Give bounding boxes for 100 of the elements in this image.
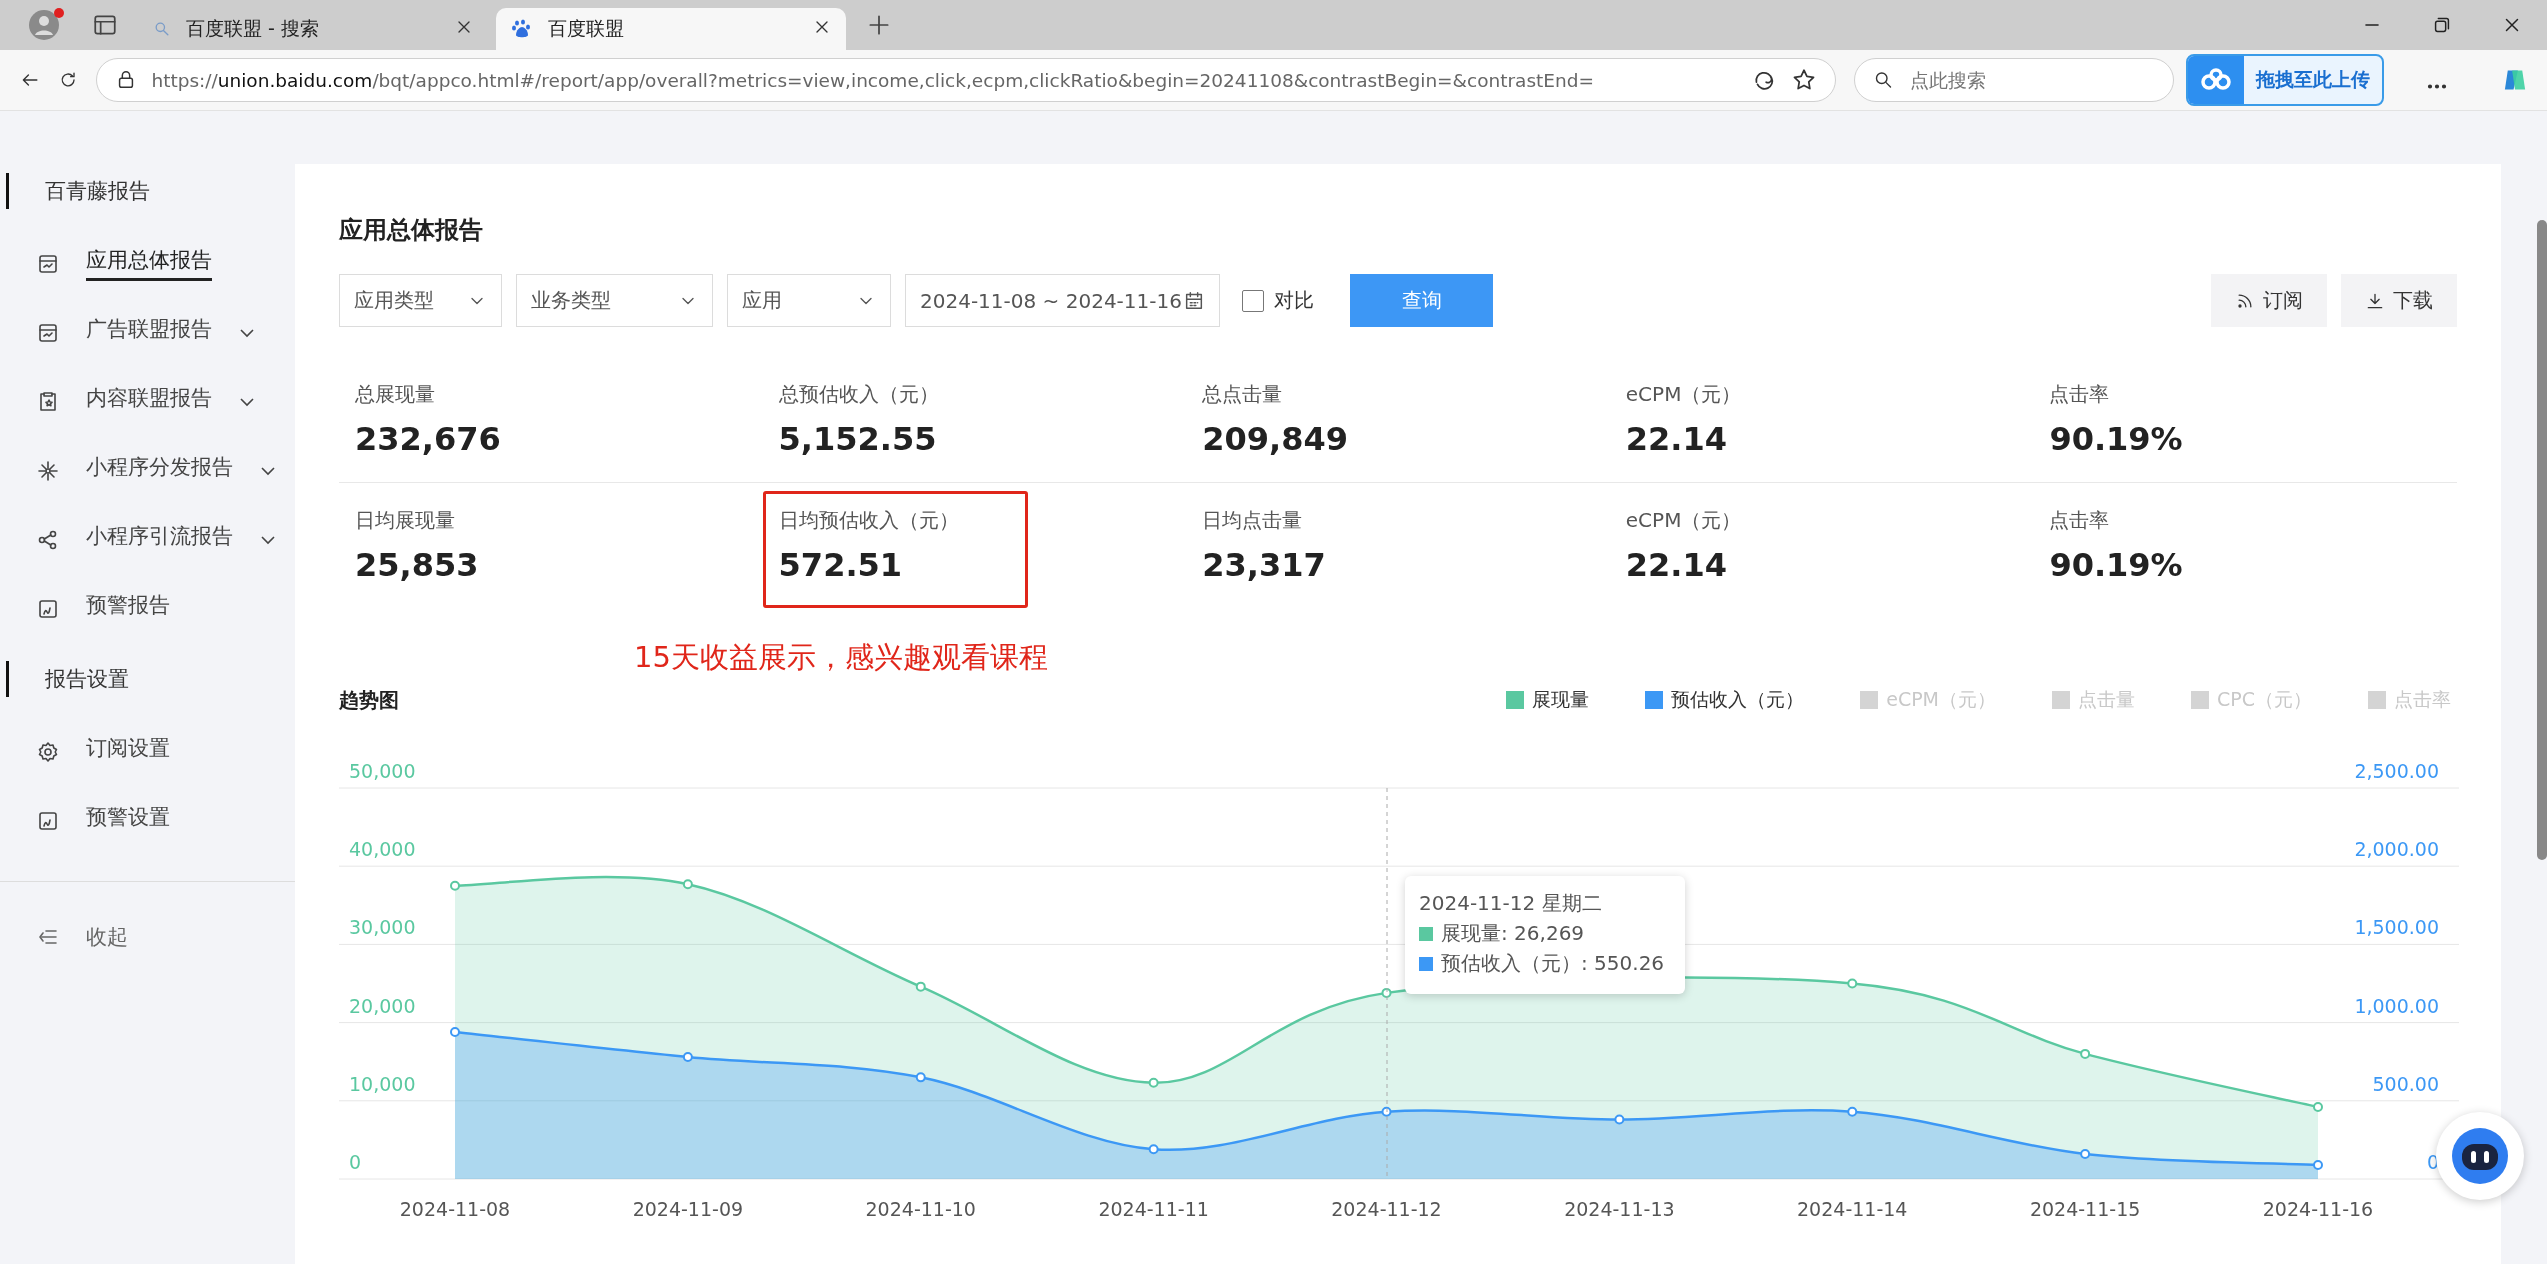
- browser-tab[interactable]: 百度联盟: [496, 8, 846, 50]
- data-point: [1148, 1077, 1159, 1088]
- stat-label: 日均点击量: [1202, 507, 1304, 534]
- sidebar-item[interactable]: 内容联盟报告: [0, 367, 295, 436]
- stat-label: eCPM（元）: [1625, 507, 1743, 534]
- page-title: 应用总体报告: [339, 215, 484, 246]
- select-dropdown[interactable]: 应用: [727, 274, 891, 327]
- minimize-icon: [2365, 23, 2379, 27]
- sidebar-item[interactable]: 预警报告: [0, 574, 295, 643]
- snowflake-icon: [36, 458, 60, 483]
- select-dropdown[interactable]: 应用类型: [339, 274, 502, 327]
- sidebar-item[interactable]: 应用总体报告: [0, 229, 295, 298]
- more-icon: [2426, 84, 2449, 89]
- annotation-text: 15天收益展示，感兴趣观看课程: [634, 639, 1049, 676]
- axis-label: 500.00: [2372, 1072, 2439, 1095]
- stat-label: 总点击量: [1202, 381, 1284, 408]
- data-point: [682, 879, 693, 890]
- axis-label: 1,000.00: [2354, 994, 2439, 1017]
- search-input[interactable]: 点此搜索: [1908, 68, 2156, 92]
- stat-label: 日均展现量: [355, 507, 456, 534]
- upload-button[interactable]: 拖拽至此上传: [2186, 54, 2385, 106]
- data-point: [2080, 1048, 2091, 1059]
- notification-dot: [54, 8, 64, 18]
- stat-value: 25,853: [355, 546, 480, 584]
- date-range-field[interactable]: 2024-11-08 ~ 2024-11-16: [905, 274, 1220, 327]
- legend-swatch: [2052, 691, 2070, 709]
- data-point: [1847, 1106, 1858, 1117]
- stat-value: 23,317: [1202, 546, 1327, 584]
- url-text: https://union.baidu.com/bqt/appco.html#/report/app/overall?metrics=view,income,click,ecpm,clickRatio&begin=20241108&contrastBegin=&contrastEnd=: [151, 69, 1595, 91]
- axis-label: 2024-11-14: [1797, 1198, 1908, 1220]
- search-field[interactable]: 点此搜索: [1854, 58, 2175, 102]
- sidebar-item[interactable]: 小程序分发报告: [0, 436, 295, 505]
- axis-label: 0: [349, 1151, 362, 1173]
- settings-icon: [36, 739, 60, 764]
- stat-label: 日均预估收入（元）: [778, 507, 960, 534]
- data-point: [682, 1052, 693, 1062]
- axis-label: 2024-11-09: [632, 1198, 744, 1220]
- select-dropdown[interactable]: 业务类型: [516, 274, 713, 327]
- sidebar-layout-icon: [92, 12, 118, 38]
- sidebar-item[interactable]: 预警设置: [0, 786, 295, 855]
- collapse-button[interactable]: 收起: [0, 902, 295, 971]
- stat-value: 90.19%: [2049, 546, 2184, 584]
- tooltip-row: 预估收入（元）: 550.26: [1441, 950, 1665, 977]
- data-point: [450, 880, 460, 891]
- download-button[interactable]: 下载: [2341, 274, 2457, 327]
- tooltip-title: 2024-11-12 星期二: [1419, 891, 1602, 915]
- data-point: [1381, 987, 1392, 998]
- browser-tab[interactable]: 百度联盟 - 搜索: [138, 8, 488, 50]
- data-point: [1381, 1106, 1392, 1117]
- axis-label: 2024-11-12: [1331, 1198, 1442, 1220]
- data-point: [915, 1072, 926, 1083]
- scrollbar[interactable]: [2537, 220, 2547, 860]
- data-point: [450, 1027, 460, 1037]
- axis-label: 30,000: [349, 916, 416, 939]
- data-point: [2313, 1102, 2323, 1113]
- axis-label: 20,000: [349, 994, 416, 1017]
- sidebar-item[interactable]: 广告联盟报告: [0, 298, 295, 367]
- stat-label: eCPM（元）: [1625, 381, 1743, 408]
- subscribe-button[interactable]: 订阅: [2211, 274, 2327, 327]
- sidebar-item[interactable]: 小程序引流报告: [0, 505, 295, 574]
- stat-value: 232,676: [355, 420, 502, 458]
- axis-label: 2024-11-15: [2029, 1198, 2141, 1220]
- data-point: [1614, 1114, 1625, 1125]
- stat-label: 总展现量: [355, 381, 436, 408]
- axis-label: 2024-11-13: [1564, 1198, 1675, 1220]
- stat-value: 90.19%: [2049, 420, 2184, 458]
- legend-swatch: [2191, 691, 2209, 709]
- axis-label: 2024-11-16: [2262, 1198, 2374, 1220]
- stat-label: 总预估收入（元）: [778, 381, 940, 408]
- data-point: [2080, 1149, 2091, 1159]
- data-point: [2313, 1159, 2323, 1170]
- stat-label: 点击率: [2049, 507, 2111, 534]
- legend-swatch: [1860, 691, 1879, 709]
- stat-label: 点击率: [2049, 381, 2111, 408]
- chart-title: 趋势图: [339, 686, 399, 714]
- stat-value: 22.14: [1625, 420, 1728, 458]
- address-bar[interactable]: https://union.baidu.com/bqt/appco.html#/report/app/overall?metrics=view,income,click,ecpm,clickRatio&begin=20241108&contrastBegin=&contrastEnd=: [96, 58, 1837, 102]
- axis-label: 2024-11-08: [399, 1198, 511, 1220]
- legend-item[interactable]: 展现量: [1500, 686, 1596, 714]
- profile-avatar-icon[interactable]: [28, 9, 60, 41]
- axis-label: 2,500.00: [2354, 764, 2439, 782]
- data-point: [1148, 1144, 1159, 1155]
- axis-label: 1,500.00: [2354, 916, 2439, 939]
- cloud-icon: [2199, 67, 2234, 93]
- axis-label: 40,000: [349, 838, 416, 861]
- tooltip-row: 展现量: 26,269: [1441, 920, 1585, 947]
- stat-value: 572.51: [778, 546, 904, 584]
- axis-label: 2024-11-11: [1098, 1198, 1209, 1220]
- axis-label: 2024-11-10: [865, 1198, 976, 1220]
- axis-label: 10,000: [349, 1072, 416, 1095]
- stat-value: 209,849: [1202, 420, 1349, 458]
- data-point: [915, 981, 926, 992]
- axis-label: 50,000: [349, 764, 416, 782]
- stat-value: 5,152.55: [778, 420, 938, 458]
- stat-value: 22.14: [1625, 546, 1728, 584]
- sidebar-item[interactable]: 订阅设置: [0, 717, 295, 786]
- compare-checkbox[interactable]: 对比: [1236, 286, 1320, 315]
- legend-item[interactable]: 预估收入（元）: [1639, 686, 1811, 714]
- legend-swatch: [2368, 691, 2386, 709]
- calendar-icon: [1183, 289, 1205, 312]
